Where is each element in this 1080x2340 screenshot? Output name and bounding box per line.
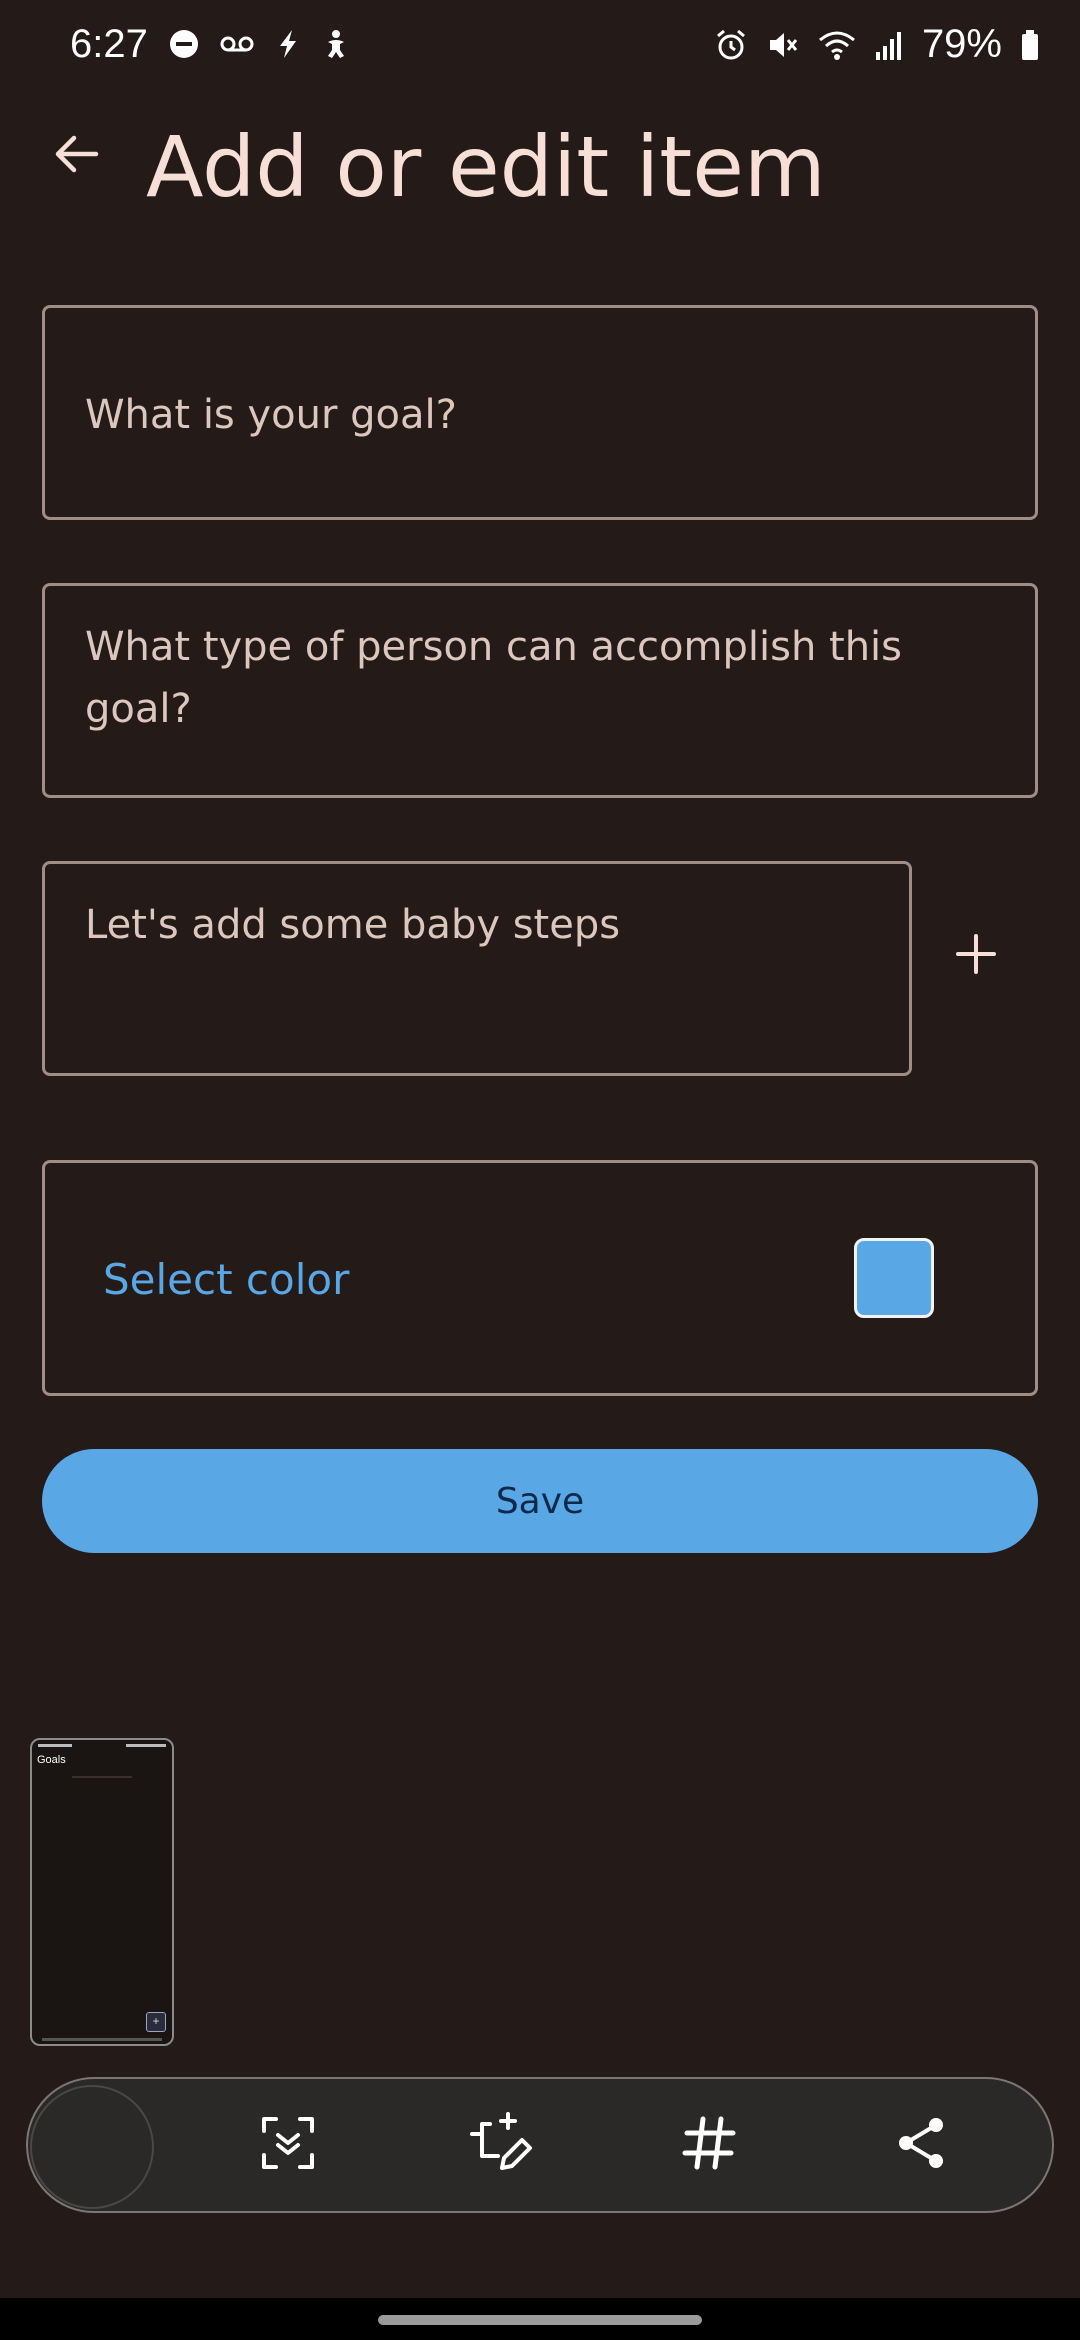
accessibility-icon (320, 28, 352, 60)
plus-icon (954, 932, 998, 981)
screen: 6:27 79% Add or edit item What is your g… (0, 0, 1080, 2340)
battery-icon (1020, 28, 1040, 62)
charging-bolt-icon (274, 28, 302, 60)
screenshot-thumbnail[interactable]: Goals + (30, 1738, 174, 2046)
scan-text-icon (258, 2113, 318, 2178)
save-button[interactable]: Save (42, 1449, 1038, 1553)
thumbnail-nav (42, 2038, 162, 2041)
hashtag-icon (679, 2113, 739, 2178)
person-type-input[interactable]: What type of person can accomplish this … (42, 583, 1038, 798)
baby-steps-input[interactable]: Let's add some baby steps (42, 861, 912, 1076)
person-type-placeholder: What type of person can accomplish this … (85, 624, 902, 732)
add-step-button[interactable] (940, 920, 1012, 992)
voicemail-icon (218, 28, 256, 60)
crop-edit-icon (468, 2110, 534, 2181)
hashtag-button[interactable] (669, 2105, 749, 2185)
signal-icon (874, 28, 904, 62)
mute-icon (766, 28, 800, 62)
share-icon (894, 2115, 950, 2176)
select-color-label[interactable]: Select color (103, 1255, 349, 1304)
goal-input[interactable]: What is your goal? (42, 305, 1038, 520)
thumbnail-divider (72, 1776, 132, 1778)
status-left-icons (168, 28, 352, 60)
battery-percent: 79% (921, 22, 1002, 66)
status-right-icons: 79% (714, 22, 1040, 67)
thumbnail-status-bar (38, 1744, 166, 1750)
scan-text-button[interactable] (248, 2105, 328, 2185)
alarm-icon (714, 28, 748, 62)
baby-steps-placeholder: Let's add some baby steps (85, 902, 621, 948)
goal-placeholder: What is your goal? (85, 392, 457, 438)
save-label: Save (495, 1480, 585, 1522)
arrow-left-icon (50, 128, 102, 185)
page-title: Add or edit item (146, 118, 826, 216)
thumbnail-add-icon: + (146, 2012, 166, 2032)
share-button[interactable] (882, 2105, 962, 2185)
status-bar: 6:27 79% (0, 0, 1080, 96)
wifi-icon (818, 28, 856, 62)
back-button[interactable] (40, 120, 112, 192)
thumbnail-title: Goals (37, 1754, 66, 1766)
crop-edit-button[interactable] (461, 2105, 541, 2185)
capture-more-button[interactable] (30, 2085, 154, 2209)
dnd-icon (168, 28, 200, 60)
status-time: 6:27 (70, 22, 148, 66)
color-swatch[interactable] (854, 1238, 934, 1318)
home-gesture-handle[interactable] (378, 2315, 702, 2325)
